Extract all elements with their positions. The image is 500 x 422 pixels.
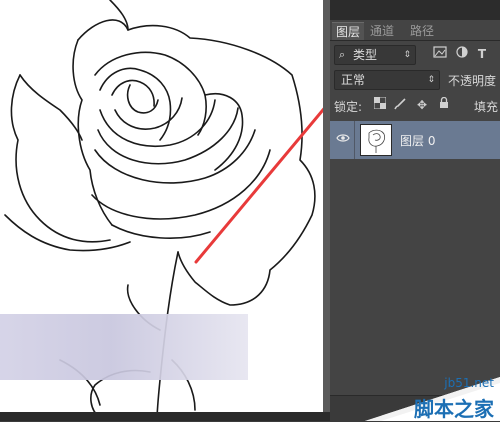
layer-name: 图层 0 (400, 134, 436, 148)
lock-all-icon[interactable] (436, 96, 452, 113)
watermark-url: jb51.net (444, 376, 494, 390)
layer-filter-select[interactable]: ⌕ 类型 ⇕ (334, 45, 416, 65)
blend-mode-select[interactable]: 正常 ⇕ (334, 70, 440, 90)
chevron-updown-icon: ⇕ (403, 50, 411, 60)
blend-mode-value: 正常 (341, 73, 366, 87)
layer-row[interactable]: 图层 0 (330, 121, 500, 159)
panel-header-bar (330, 0, 500, 20)
canvas-scroll-edge (323, 0, 330, 421)
fill-label: 填充 (474, 100, 499, 114)
lock-label: 锁定: (334, 100, 363, 114)
lock-transparency-icon[interactable] (372, 96, 388, 113)
lock-pixels-brush-icon[interactable] (392, 97, 408, 113)
adjustment-filter-icon[interactable] (454, 46, 470, 62)
chevron-updown-icon: ⇕ (427, 75, 435, 85)
blurred-region (0, 314, 248, 380)
layers-panel: 图层 通道 路径 ⌕ 类型 ⇕ T 正常 ⇕ 不透明度 锁定: ✥ 填充 图层 … (330, 0, 500, 422)
lock-position-move-icon[interactable]: ✥ (414, 97, 430, 113)
watermark-name: 脚本之家 (414, 397, 494, 421)
type-filter-icon[interactable]: T (474, 46, 490, 62)
image-filter-icon[interactable] (432, 46, 448, 62)
tab-channels[interactable]: 通道 (366, 22, 398, 40)
tab-layers[interactable]: 图层 (332, 22, 365, 41)
visibility-eye-icon[interactable] (336, 133, 350, 147)
layer-row-divider (354, 121, 355, 159)
opacity-label: 不透明度 (448, 74, 497, 88)
tab-paths[interactable]: 路径 (406, 22, 438, 40)
canvas-bottom-bar (0, 412, 330, 421)
layer-thumbnail (360, 124, 392, 156)
search-icon: ⌕ (339, 48, 346, 61)
filter-value: 类型 (353, 48, 378, 62)
tab-divider (330, 40, 500, 41)
document-canvas[interactable] (0, 0, 323, 421)
